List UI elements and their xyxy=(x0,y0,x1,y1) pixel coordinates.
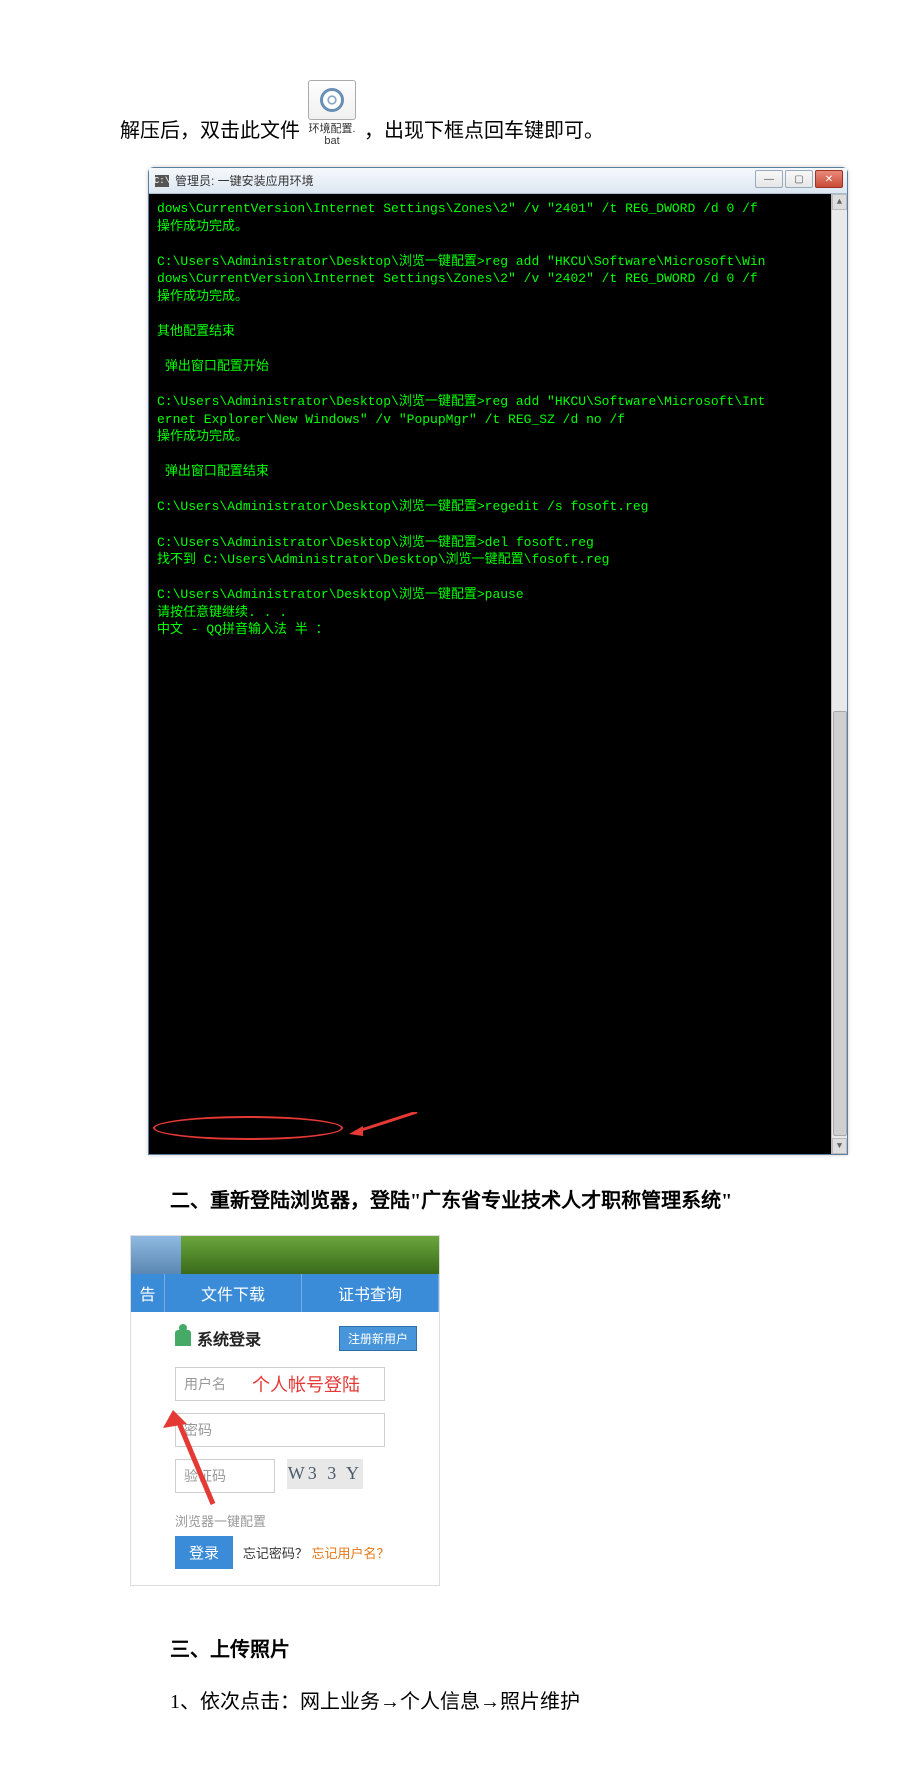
section-3-title: 三、上传照片 xyxy=(170,1634,800,1666)
scroll-up-icon[interactable]: ▲ xyxy=(832,194,847,210)
password-placeholder: 密码 xyxy=(184,1420,212,1440)
gear-icon xyxy=(308,80,356,120)
cmd-titlebar[interactable]: C:\ 管理员: 一键安装应用环境 — ▢ ✕ xyxy=(149,168,847,194)
username-placeholder: 用户名 xyxy=(184,1374,226,1394)
login-banner-image xyxy=(131,1236,439,1274)
login-tabs: 告 文件下载 证书查询 xyxy=(131,1274,439,1312)
register-button[interactable]: 注册新用户 xyxy=(339,1326,417,1351)
cmd-body[interactable]: dows\CurrentVersion\Internet Settings\Zo… xyxy=(149,194,847,1154)
red-annotation-text: 个人帐号登陆 xyxy=(252,1371,360,1397)
red-oval-annotation xyxy=(153,1116,343,1140)
captcha-image[interactable]: W3 3 Y xyxy=(287,1459,363,1489)
bat-icon-label: 环境配置. bat xyxy=(308,123,355,147)
tab-notice[interactable]: 告 xyxy=(131,1274,165,1312)
system-login-label: 系统登录 xyxy=(197,1326,261,1350)
red-arrow-annotation xyxy=(349,1112,419,1136)
cmd-output: dows\CurrentVersion\Internet Settings\Zo… xyxy=(157,201,766,637)
forgot-username-link[interactable]: 忘记用户名？ xyxy=(312,1546,390,1561)
section-2-title: 二、重新登陆浏览器，登陆"广东省专业技术人才职称管理系统" xyxy=(170,1185,800,1217)
section-3-step1: 1、依次点击：网上业务→个人信息→照片维护 xyxy=(170,1684,800,1720)
scroll-down-icon[interactable]: ▼ xyxy=(832,1138,847,1154)
tab-cert-query[interactable]: 证书查询 xyxy=(302,1274,439,1312)
intro-line: 解压后，双击此文件 环境配置. bat ，出现下框点回车键即可。 xyxy=(120,80,800,147)
scroll-thumb[interactable] xyxy=(833,711,847,1136)
browser-config-link[interactable]: 浏览器一键配置 xyxy=(175,1511,417,1530)
cmd-icon: C:\ xyxy=(155,175,169,187)
close-button[interactable]: ✕ xyxy=(815,170,843,188)
tab-file-download[interactable]: 文件下载 xyxy=(165,1274,302,1312)
login-panel: 告 文件下载 证书查询 系统登录 注册新用户 用户名 个人帐号登陆 密码 验证码… xyxy=(130,1235,440,1586)
scrollbar[interactable]: ▲ ▼ xyxy=(831,194,847,1154)
intro-before: 解压后，双击此文件 xyxy=(120,115,300,147)
username-input[interactable]: 用户名 个人帐号登陆 xyxy=(175,1367,385,1401)
password-input[interactable]: 密码 xyxy=(175,1413,385,1447)
captcha-input[interactable]: 验证码 xyxy=(175,1459,275,1493)
intro-after: ，出现下框点回车键即可。 xyxy=(364,115,604,147)
person-icon xyxy=(175,1330,191,1346)
bat-file-icon[interactable]: 环境配置. bat xyxy=(308,80,356,147)
cmd-title: 管理员: 一键安装应用环境 xyxy=(175,172,314,189)
login-button[interactable]: 登录 xyxy=(175,1536,233,1569)
forgot-password-link[interactable]: 忘记密码？ xyxy=(243,1546,308,1561)
cmd-window: C:\ 管理员: 一键安装应用环境 — ▢ ✕ dows\CurrentVers… xyxy=(148,167,848,1155)
captcha-placeholder: 验证码 xyxy=(184,1466,226,1486)
minimize-button[interactable]: — xyxy=(755,170,783,188)
maximize-button[interactable]: ▢ xyxy=(785,170,813,188)
